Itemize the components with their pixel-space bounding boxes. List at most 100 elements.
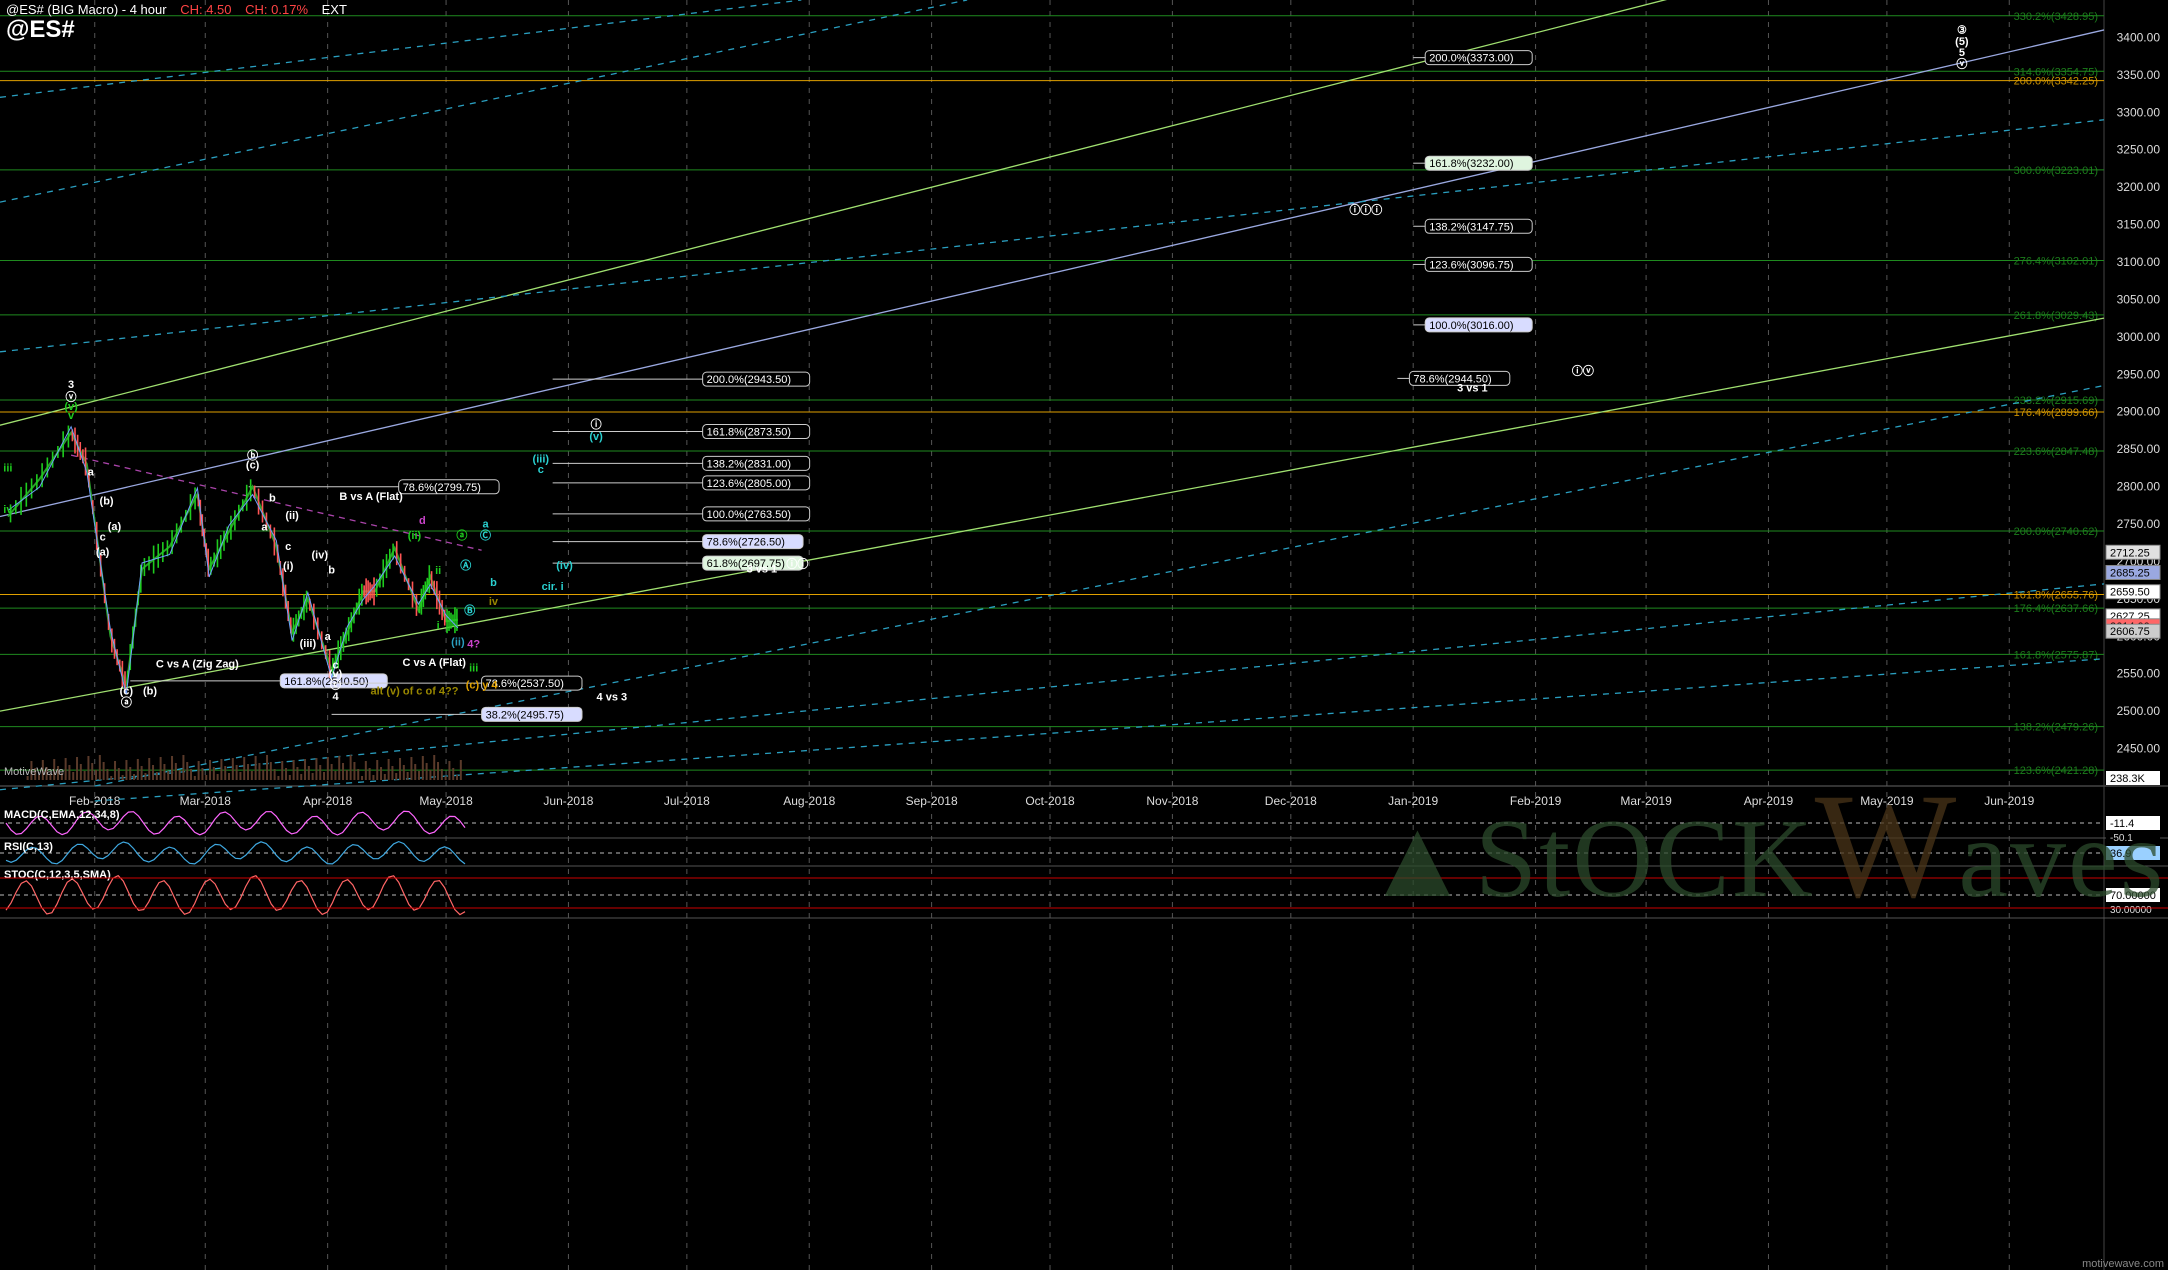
fib-level-label: 200.0%(3342.25) (2014, 76, 2098, 88)
wave-label: a (88, 466, 95, 478)
y-tick-label: 2450.00 (2117, 742, 2161, 756)
fib-level-label: 276.4%(3102.01) (2014, 255, 2098, 267)
wave-label: (iv) (311, 549, 328, 561)
price-tag-label: 2659.50 (2110, 587, 2150, 599)
wave-label: 3 vs 1 (747, 564, 778, 576)
wave-label: ⓥ (1956, 56, 1967, 70)
fib-box-label: 100.0%(3016.00) (1429, 320, 1513, 332)
y-tick-label: 2800.00 (2117, 480, 2161, 494)
y-tick-label: 3050.00 (2117, 292, 2161, 306)
wave-label: alt (v) of c of 4?? (370, 686, 458, 698)
x-tick-label: Jul-2018 (664, 794, 710, 808)
wave-label: ⓘ (591, 417, 602, 431)
x-tick-label: Sep-2018 (906, 794, 958, 808)
y-tick-label: 3100.00 (2117, 255, 2161, 269)
fib-level-label: 138.2%(2479.26) (2014, 722, 2098, 734)
x-tick-label: Apr-2018 (303, 794, 353, 808)
wave-label: (b) (100, 496, 114, 508)
y-tick-label: 3300.00 (2117, 105, 2161, 119)
wave-label: b (269, 493, 276, 505)
y-tick-label: 2850.00 (2117, 442, 2161, 456)
y-tick-label: 3000.00 (2117, 330, 2161, 344)
wave-label: 5 (1959, 47, 1965, 59)
change-abs: CH: 4.50 (180, 2, 232, 17)
fib-level-label: 223.6%(2847.48) (2014, 446, 2098, 458)
fib-level-label: 261.8%(3029.43) (2014, 310, 2098, 322)
y-tick-label: 3200.00 (2117, 180, 2161, 194)
wave-label: 3 vs 1 (1457, 383, 1488, 395)
wave-label: (c) y 4 (466, 680, 499, 692)
wave-label: iv (489, 596, 499, 608)
wave-label: 4 (332, 691, 339, 703)
fib-box-label: 161.8%(2540.50) (284, 676, 368, 688)
symbol-label: @ES# (6, 16, 75, 43)
wave-label: C vs A (Flat) (403, 657, 467, 669)
x-tick-label: Dec-2018 (1265, 794, 1317, 808)
footer-brand: motivewave.com (2082, 1258, 2164, 1270)
x-tick-label: Aug-2018 (783, 794, 835, 808)
wave-label: ③ (1957, 25, 1967, 37)
wave-label: (5) (1955, 36, 1969, 48)
wave-label: i (437, 620, 440, 632)
wave-label: cir. i (542, 581, 564, 593)
fib-level-label: 176.4%(2637.66) (2014, 603, 2098, 615)
wave-label: ii (435, 565, 441, 577)
fib-box-label: 200.0%(2943.50) (707, 374, 791, 386)
fib-box-label: 78.6%(2726.50) (707, 537, 785, 549)
wave-label: iii (3, 463, 12, 475)
y-tick-label: 2750.00 (2117, 517, 2161, 531)
wave-label: (ii) (408, 530, 422, 542)
wave-label: (c) (246, 460, 260, 472)
y-tick-label: 2950.00 (2117, 367, 2161, 381)
wave-label: a (261, 522, 268, 534)
y-tick-label: 3400.00 (2117, 30, 2161, 44)
fib-box-label: 161.8%(2873.50) (707, 427, 791, 439)
y-tick-label: 2550.00 (2117, 667, 2161, 681)
wave-label: ⓐ (121, 695, 132, 709)
fib-level-label: 176.4%(2899.66) (2014, 407, 2098, 419)
wave-label: c (285, 541, 291, 553)
x-tick-label: Jun-2018 (543, 794, 593, 808)
x-tick-label: May-2018 (419, 794, 473, 808)
fib-level-label: 161.8%(2655.76) (2014, 590, 2098, 602)
y-tick-label: 2500.00 (2117, 704, 2161, 718)
wave-label: iv (3, 504, 13, 516)
wave-label: (v) (329, 668, 343, 680)
wave-label: Ⓑ (464, 603, 475, 617)
wave-label: 3 (68, 379, 74, 391)
chart-title: @ES# (BIG Macro) - 4 hour (6, 2, 167, 17)
wave-label: b (328, 564, 335, 576)
wave-label: (iv) (556, 560, 573, 572)
x-tick-label: Nov-2018 (1146, 794, 1198, 808)
wave-label: c (100, 531, 106, 543)
price-tag-label: 2712.25 (2110, 547, 2150, 559)
wave-label: 4 vs 3 (597, 692, 628, 704)
wave-label: Ⓐ (460, 558, 471, 572)
wave-label: d (419, 515, 426, 527)
wave-label: ⓐ (456, 528, 467, 542)
y-tick-label: 3150.00 (2117, 218, 2161, 232)
wave-label: (i) (283, 561, 294, 573)
watermark-logo: ▲StOCKWaves (1362, 763, 2166, 929)
wave-label: iii (469, 662, 478, 674)
fib-level-label: 300.0%(3223.01) (2014, 165, 2098, 177)
wave-label: C vs A (Zig Zag) (156, 659, 239, 671)
volume-label: MotiveWave (4, 766, 64, 778)
y-tick-label: 3350.00 (2117, 68, 2161, 82)
chart-area[interactable]: Feb-2018 Mar-2018 Apr-2018 May-2018 Jun-2018… (0, 0, 2168, 1270)
wave-label: v (68, 410, 75, 422)
chart-header: @ES# (BIG Macro) - 4 hour CH: 4.50 CH: 0… (6, 2, 347, 17)
indicator-label: RSI(C,13) (4, 841, 53, 853)
wave-label: (ii) (285, 510, 299, 522)
y-tick-label: 2900.00 (2117, 405, 2161, 419)
wave-label: (v) (589, 431, 603, 443)
fib-box-label: 100.0%(2763.50) (707, 509, 791, 521)
wave-label: a (325, 631, 332, 643)
x-tick-label: Mar-2018 (180, 794, 232, 808)
wave-label: ⓘⓘⓘ (1349, 202, 1382, 216)
x-tick-label: Oct-2018 (1025, 794, 1075, 808)
session-label: EXT (321, 2, 347, 17)
wave-label: (c) (120, 686, 134, 698)
wave-label: ⓒ (330, 678, 341, 692)
fib-box-label: 123.6%(2805.00) (707, 478, 791, 490)
